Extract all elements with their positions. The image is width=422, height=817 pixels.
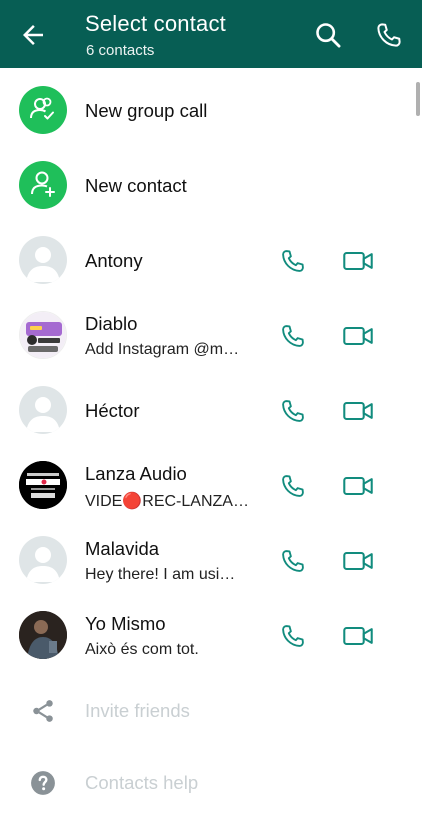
new-contact-row[interactable]: New contact [0, 148, 422, 223]
avatar [19, 461, 67, 509]
voice-call-icon[interactable] [279, 547, 307, 575]
video-call-icon[interactable] [342, 472, 374, 500]
page-title: Select contact [85, 11, 226, 36]
contact-name: Héctor [85, 400, 140, 421]
share-icon [33, 700, 53, 722]
contact-name: Yo Mismo [85, 613, 166, 634]
voice-call-icon[interactable] [279, 322, 307, 350]
avatar [19, 536, 67, 584]
contact-row[interactable]: Antony [0, 223, 422, 298]
default-avatar-icon [26, 547, 60, 582]
voice-call-icon[interactable] [279, 622, 307, 650]
new-group-call-row[interactable]: New group call [0, 73, 422, 148]
contact-name: Lanza Audio [85, 463, 187, 484]
phone-icon[interactable] [374, 20, 404, 50]
contact-count: 6 contacts [86, 42, 155, 59]
video-call-icon[interactable] [342, 622, 374, 650]
contact-list[interactable]: New group call New contact Antony Diablo… [0, 68, 422, 800]
app-bar: Select contact 6 contacts [0, 0, 422, 68]
contact-status: Add Instagram @m… [85, 341, 240, 358]
help-icon [31, 771, 55, 795]
contact-name: Antony [85, 250, 143, 271]
profile-photo [19, 461, 67, 509]
contact-row[interactable]: Malavida Hey there! I am usi… [0, 523, 422, 598]
profile-photo [19, 611, 67, 659]
contact-status: Això és com tot. [85, 641, 199, 658]
video-call-icon[interactable] [342, 322, 374, 350]
voice-call-icon[interactable] [279, 472, 307, 500]
group-call-avatar [19, 86, 67, 134]
video-call-icon[interactable] [342, 247, 374, 275]
invite-friends-label: Invite friends [85, 700, 190, 721]
contact-status: Hey there! I am usi… [85, 566, 236, 583]
contact-name: Malavida [85, 538, 160, 559]
contact-name: Diablo [85, 313, 138, 334]
contacts-help-label: Contacts help [85, 772, 199, 793]
default-avatar-icon [26, 247, 60, 282]
action-label: New group call [85, 100, 208, 121]
avatar [19, 611, 67, 659]
profile-photo [20, 312, 66, 358]
invite-friends-row[interactable]: Invite friends [0, 673, 422, 745]
voice-call-icon[interactable] [279, 247, 307, 275]
video-call-icon[interactable] [342, 397, 374, 425]
avatar [19, 311, 67, 359]
contact-row[interactable]: Yo Mismo Això és com tot. [0, 598, 422, 673]
search-icon[interactable] [314, 21, 342, 49]
contact-row[interactable]: Lanza Audio VIDE🔴REC-LANZA… [0, 448, 422, 523]
contact-row[interactable]: Diablo Add Instagram @m… [0, 298, 422, 373]
contact-row[interactable]: Héctor [0, 373, 422, 448]
contact-status: VIDE🔴REC-LANZA… [85, 493, 249, 510]
avatar [19, 386, 67, 434]
group-call-icon [30, 97, 54, 120]
avatar [19, 236, 67, 284]
contacts-help-row[interactable]: Contacts help [0, 745, 422, 817]
back-arrow-icon[interactable] [18, 20, 48, 50]
scrollbar-thumb[interactable] [416, 82, 420, 116]
video-call-icon[interactable] [342, 547, 374, 575]
default-avatar-icon [26, 397, 60, 432]
action-label: New contact [85, 175, 187, 196]
add-contact-icon [31, 171, 55, 197]
voice-call-icon[interactable] [279, 397, 307, 425]
new-contact-avatar [19, 161, 67, 209]
